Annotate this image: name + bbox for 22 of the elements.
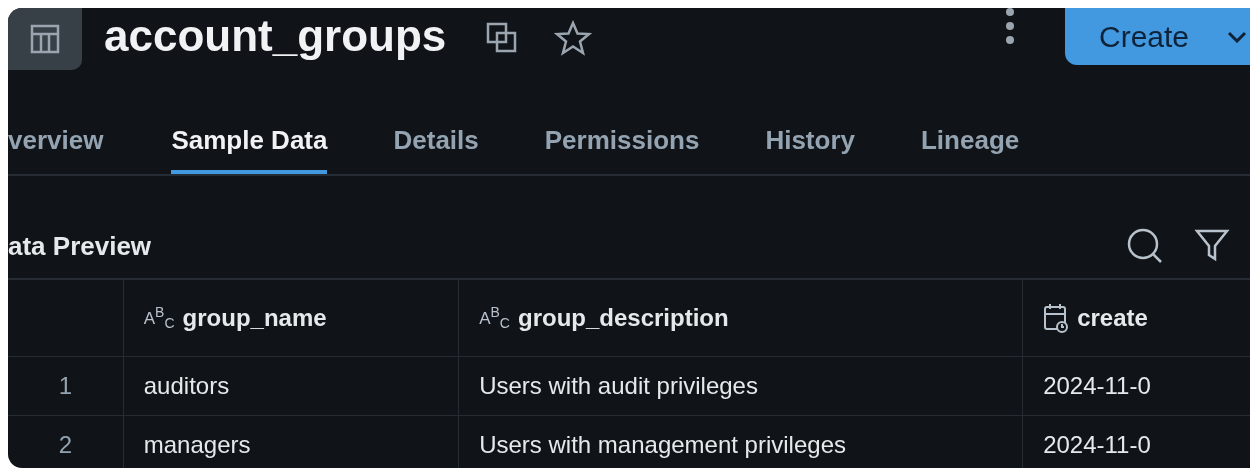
tab[interactable]: Permissions <box>544 125 700 174</box>
create-button[interactable]: Create <box>1065 8 1250 65</box>
search-icon[interactable] <box>1126 227 1164 265</box>
filter-icon[interactable] <box>1194 227 1230 263</box>
table-icon <box>8 8 82 70</box>
star-icon[interactable] <box>554 20 593 56</box>
column-header[interactable]: A$^{B}$$_{C}$ group_description <box>458 279 1023 357</box>
tab[interactable]: Sample Data <box>171 125 328 174</box>
column-header[interactable]: create <box>1022 279 1250 357</box>
section-title: ata Preview <box>8 230 152 262</box>
table-cell: auditors <box>123 356 459 416</box>
tab[interactable]: Details <box>393 125 479 174</box>
row-number: 1 <box>8 356 124 416</box>
page-title: account_groups <box>104 10 447 62</box>
column-header[interactable]: A$^{B}$$_{C}$ group_name <box>123 279 459 357</box>
tab[interactable]: History <box>765 125 855 174</box>
table-cell: Users with audit privileges <box>458 356 1023 416</box>
copy-icon[interactable] <box>486 22 519 54</box>
tab[interactable]: Lineage <box>920 125 1020 174</box>
tab[interactable]: verview <box>8 125 104 174</box>
caret-icon <box>1227 30 1248 43</box>
calendar-icon <box>1043 303 1070 333</box>
